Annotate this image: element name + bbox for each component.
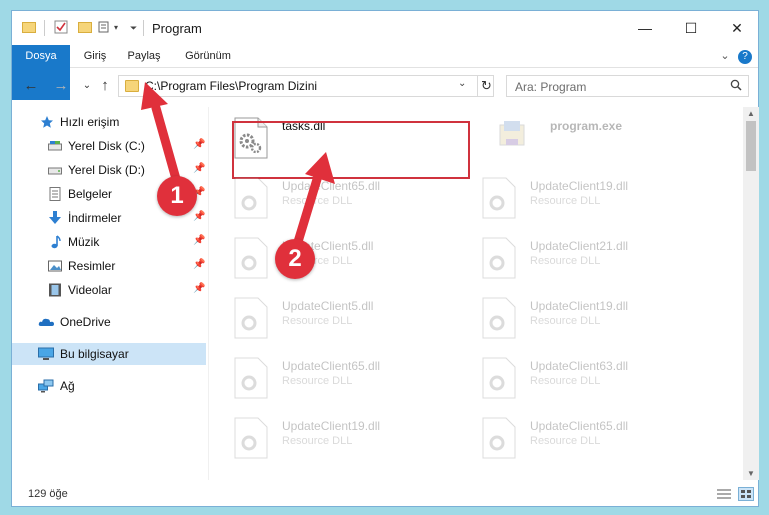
annotation-arrows [141,82,335,260]
callout-badge-1: 1 [157,176,197,216]
arrow-line [151,103,183,191]
arrow-head [141,82,168,110]
callout-badge-2: 2 [275,239,315,279]
